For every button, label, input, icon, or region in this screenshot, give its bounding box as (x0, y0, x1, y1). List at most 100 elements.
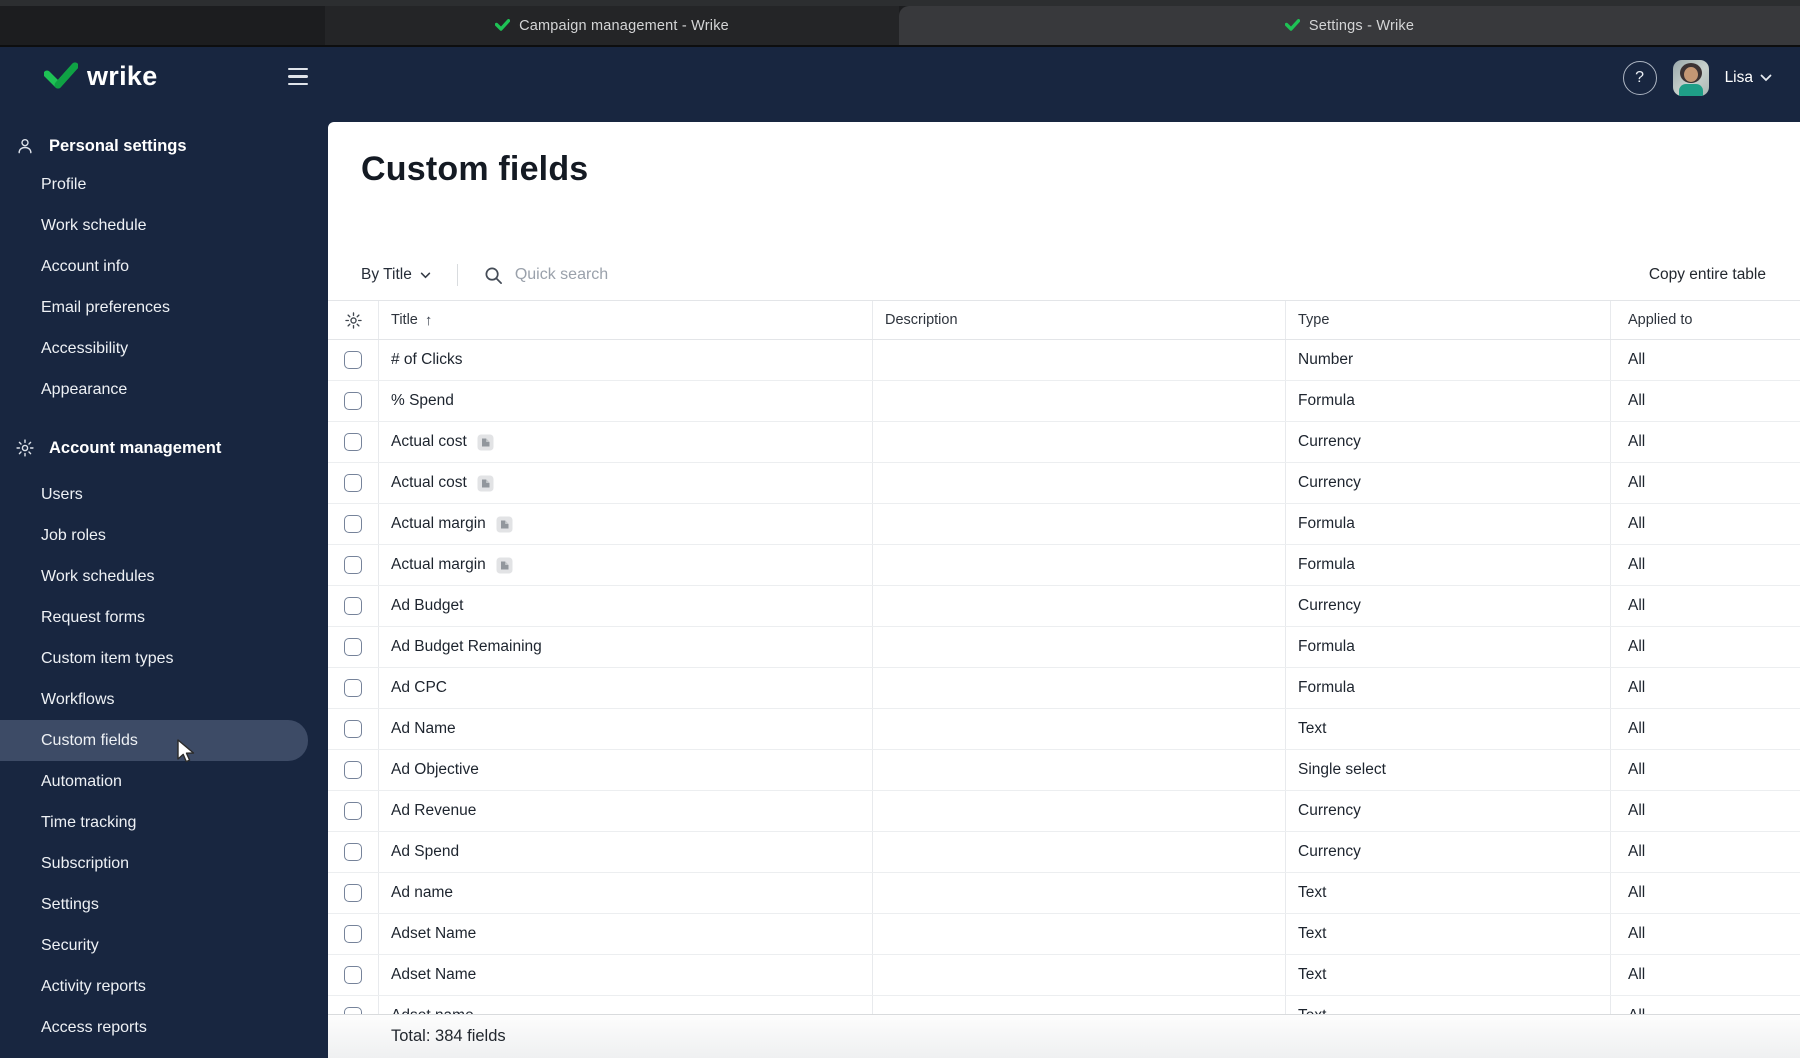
row-checkbox[interactable] (344, 638, 362, 656)
sidebar-item-profile[interactable]: Profile (0, 164, 328, 205)
sidebar-item-job-roles[interactable]: Job roles (0, 515, 328, 556)
cell-type: Formula (1286, 504, 1611, 544)
table-row[interactable]: Actual margin Formula All (328, 545, 1800, 586)
copy-entire-table-button[interactable]: Copy entire table (1649, 266, 1766, 284)
sidebar-item-workflows[interactable]: Workflows (0, 679, 328, 720)
sidebar-item-account-info[interactable]: Account info (0, 246, 328, 287)
cell-applied-to: All (1628, 515, 1646, 532)
help-icon[interactable]: ? (1622, 60, 1657, 95)
table-row[interactable]: Ad Name Text All (328, 709, 1800, 750)
sidebar-item-request-forms[interactable]: Request forms (0, 597, 328, 638)
sidebar-item-activity-reports[interactable]: Activity reports (0, 966, 328, 1007)
table-row[interactable]: Ad Objective Single select All (328, 750, 1800, 791)
row-checkbox[interactable] (344, 884, 362, 902)
sidebar-item-access-reports[interactable]: Access reports (0, 1007, 328, 1048)
browser-tab-settings[interactable]: Settings - Wrike (899, 6, 1800, 45)
table-row[interactable]: Ad Revenue Currency All (328, 791, 1800, 832)
cell-description (873, 504, 1286, 544)
sidebar-group-account-management[interactable]: Account management (0, 430, 328, 466)
table-row[interactable]: Ad name Text All (328, 873, 1800, 914)
cell-description (873, 340, 1286, 380)
column-header-description[interactable]: Description (873, 301, 1286, 339)
cell-title: % Spend (379, 381, 873, 421)
row-checkbox[interactable] (344, 597, 362, 615)
cell-applied-to: All (1628, 884, 1646, 901)
browser-tab-campaign-management[interactable]: Campaign management - Wrike (325, 6, 899, 45)
column-header-applied-to[interactable]: Applied to (1611, 301, 1800, 339)
person-icon (18, 138, 32, 154)
row-checkbox[interactable] (344, 761, 362, 779)
table-row[interactable]: Adset Name Text All (328, 955, 1800, 996)
table-settings-column[interactable] (328, 301, 379, 339)
cell-description (873, 914, 1286, 954)
row-checkbox[interactable] (344, 392, 362, 410)
sidebar-group-personal-settings[interactable]: Personal settings (0, 128, 328, 164)
row-checkbox[interactable] (344, 925, 362, 943)
table-row[interactable]: Ad Budget Currency All (328, 586, 1800, 627)
sort-ascending-icon: ↑ (424, 311, 433, 329)
table-row[interactable]: # of Clicks Number All (328, 340, 1800, 381)
sidebar-item-automation[interactable]: Automation (0, 761, 328, 802)
wrike-logo[interactable]: wrike (44, 61, 158, 92)
table-row[interactable]: Adset Name Text All (328, 914, 1800, 955)
row-checkbox[interactable] (344, 515, 362, 533)
sidebar-item-security[interactable]: Security (0, 925, 328, 966)
column-header-type[interactable]: Type (1286, 301, 1611, 339)
sidebar-item-settings[interactable]: Settings (0, 884, 328, 925)
row-checkbox[interactable] (344, 351, 362, 369)
row-checkbox-cell (328, 914, 379, 954)
row-checkbox-cell (328, 381, 379, 421)
table-row[interactable]: Ad Budget Remaining Formula All (328, 627, 1800, 668)
table-toolbar: By Title Copy entire table (361, 260, 1766, 290)
row-checkbox[interactable] (344, 720, 362, 738)
sidebar-item-work-schedule[interactable]: Work schedule (0, 205, 328, 246)
row-checkbox[interactable] (344, 679, 362, 697)
main-content: Custom fields By Title Copy entire table (328, 122, 1800, 1058)
table-header-row: Title ↑ Description Type Applied to (328, 300, 1800, 340)
cell-type: Currency (1286, 422, 1611, 462)
row-checkbox[interactable] (344, 966, 362, 984)
menu-icon[interactable] (288, 68, 308, 85)
gear-icon (16, 439, 34, 457)
table-row[interactable]: Actual cost Currency All (328, 422, 1800, 463)
row-checkbox[interactable] (344, 433, 362, 451)
cell-title: Ad Budget (379, 586, 873, 626)
sidebar-item-work-schedules[interactable]: Work schedules (0, 556, 328, 597)
column-header-title[interactable]: Title ↑ (379, 301, 873, 339)
row-checkbox[interactable] (344, 843, 362, 861)
sidebar-item-appearance[interactable]: Appearance (0, 369, 328, 410)
cell-title: Adset Name (379, 914, 873, 954)
row-checkbox[interactable] (344, 802, 362, 820)
row-checkbox[interactable] (344, 556, 362, 574)
cell-description (873, 750, 1286, 790)
sort-by-dropdown[interactable]: By Title (361, 266, 431, 284)
sidebar-item-subscription[interactable]: Subscription (0, 843, 328, 884)
table-row[interactable]: % Spend Formula All (328, 381, 1800, 422)
table-row[interactable]: Ad CPC Formula All (328, 668, 1800, 709)
sidebar-item-custom-fields[interactable]: Custom fields (0, 720, 308, 761)
toolbar-divider (456, 264, 458, 286)
table-row[interactable]: Actual cost Currency All (328, 463, 1800, 504)
search-icon (485, 267, 502, 284)
cell-type: Currency (1286, 791, 1611, 831)
sidebar-item-accessibility[interactable]: Accessibility (0, 328, 328, 369)
cell-applied-to: All (1628, 843, 1646, 860)
sidebar-item-email-preferences[interactable]: Email preferences (0, 287, 328, 328)
sidebar-item-custom-item-types[interactable]: Custom item types (0, 638, 328, 679)
table-row[interactable]: Ad Spend Currency All (328, 832, 1800, 873)
table-row[interactable]: Actual margin Formula All (328, 504, 1800, 545)
search-input[interactable] (514, 266, 815, 284)
row-checkbox[interactable] (344, 474, 362, 492)
user-menu[interactable]: Lisa (1725, 69, 1772, 87)
cell-description (873, 627, 1286, 667)
cell-title: Actual margin (379, 504, 873, 544)
cell-description (873, 791, 1286, 831)
sidebar-item-users[interactable]: Users (0, 474, 328, 515)
wrike-favicon (1284, 18, 1300, 31)
cell-title: Ad Name (379, 709, 873, 749)
quick-search (484, 266, 1649, 285)
row-checkbox-cell (328, 586, 379, 626)
avatar[interactable] (1672, 59, 1709, 96)
sidebar-item-time-tracking[interactable]: Time tracking (0, 802, 328, 843)
tab-title: Campaign management - Wrike (519, 17, 729, 34)
